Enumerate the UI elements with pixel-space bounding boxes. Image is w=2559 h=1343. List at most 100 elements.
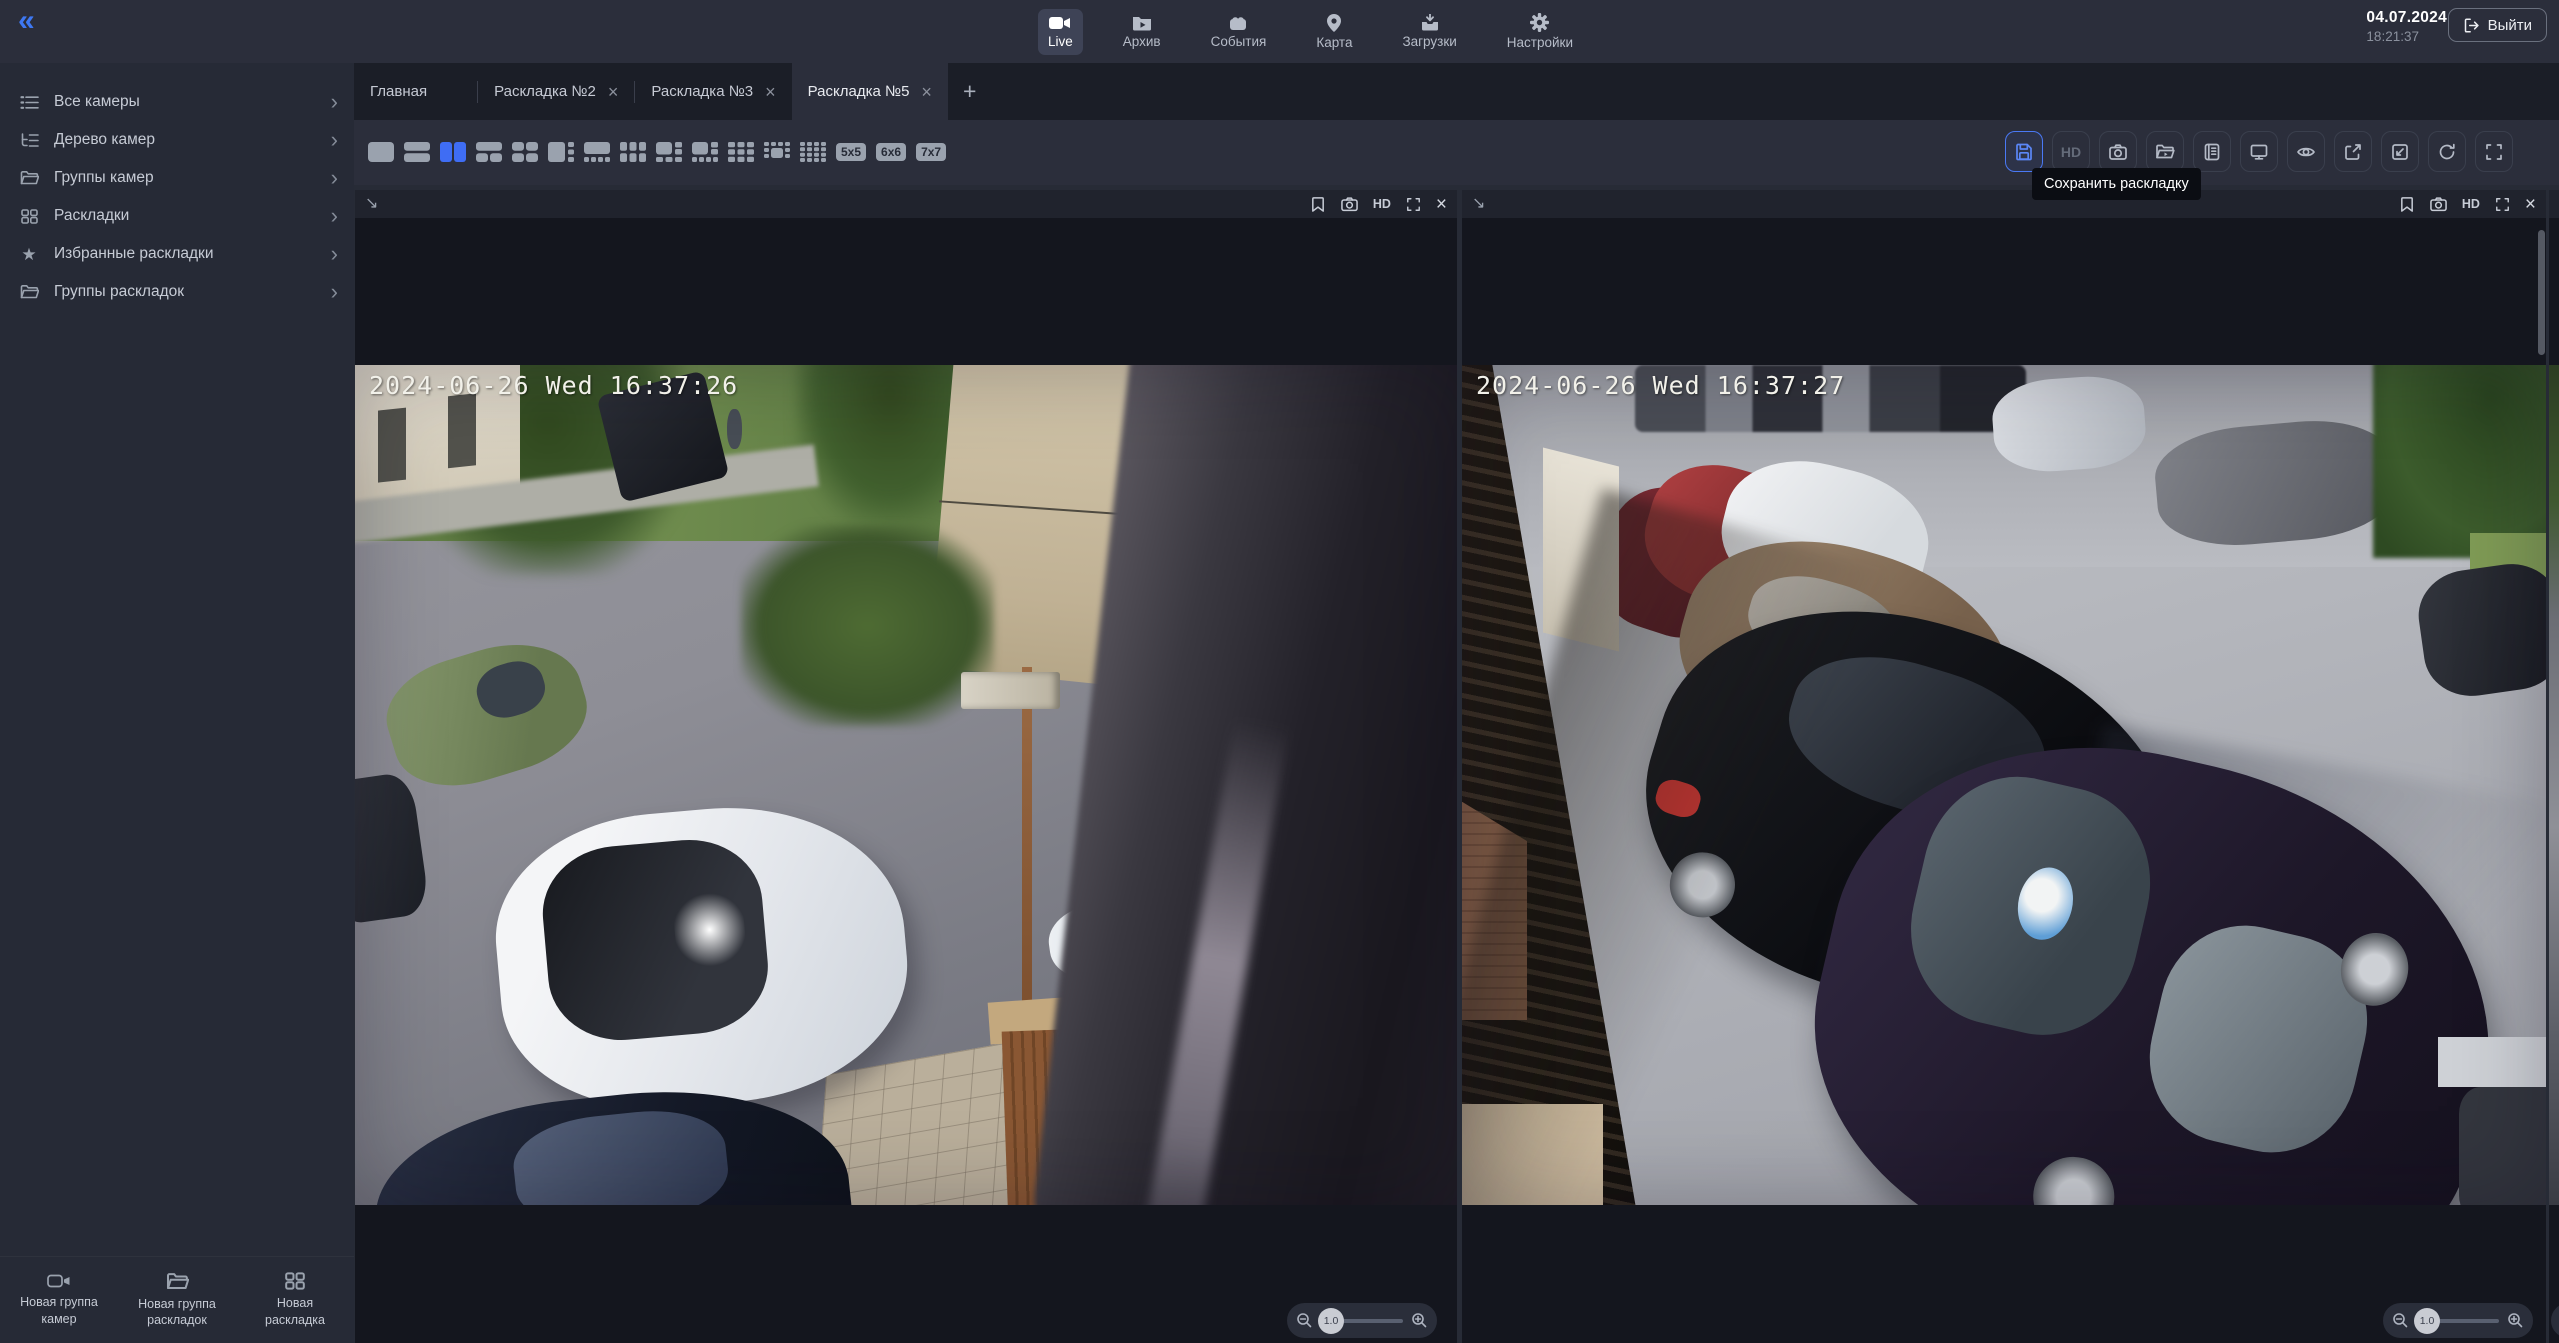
layout-2cols-button[interactable] (440, 142, 466, 162)
layout-6x6-button[interactable]: 6x6 (876, 143, 906, 161)
tab-close-icon[interactable]: × (608, 83, 619, 101)
sidebar-item-camera-tree[interactable]: Дерево камер › (0, 121, 354, 159)
hd-badge[interactable]: HD (1373, 197, 1391, 211)
sidebar-item-layouts[interactable]: Раскладки › (0, 197, 354, 235)
expand-corner-icon[interactable]: ↘ (1472, 196, 1485, 212)
camera-video-2[interactable]: 2024-06-26 Wed 16:37:27 (1462, 365, 2546, 1205)
layout-grid-icon (16, 209, 42, 224)
tile-fullscreen-icon[interactable] (2495, 197, 2510, 212)
tab-main[interactable]: Главная (354, 63, 477, 120)
view-toolbar: 5x5 6x6 7x7 HD (354, 120, 2559, 185)
refresh-icon (2437, 142, 2457, 162)
camera-video-3[interactable] (2549, 365, 2559, 1205)
zoom-slider-handle[interactable]: 1.0 (1318, 1308, 1344, 1334)
nav-downloads[interactable]: Загрузки (1392, 8, 1466, 55)
sidebar-item-layout-groups[interactable]: Группы раскладок › (0, 273, 354, 311)
layout-1center-button[interactable] (764, 142, 790, 162)
tile-close-icon[interactable]: × (1436, 195, 1447, 214)
chevron-right-icon: › (331, 167, 338, 189)
chevron-right-icon: › (331, 91, 338, 113)
sidebar-item-favorite-layouts[interactable]: ★ Избранные раскладки › (0, 235, 354, 273)
scene-shape (2459, 1087, 2546, 1205)
snapshot-icon[interactable] (2430, 196, 2447, 212)
layout-1plus7-button[interactable] (692, 142, 718, 162)
layout-1plus4-button[interactable] (584, 142, 610, 162)
new-layout-button[interactable]: Новаяраскладка (236, 1257, 354, 1343)
bookmark-icon[interactable] (2399, 196, 2415, 213)
layout-5x5-button[interactable]: 5x5 (836, 143, 866, 161)
sidebar-footer: Новая группакамер Новая группараскладок … (0, 1256, 354, 1343)
zoom-slider-handle[interactable]: 1.0 (2414, 1308, 2440, 1334)
star-icon: ★ (16, 246, 42, 263)
gear-icon (1530, 13, 1549, 32)
tab-layout-5[interactable]: Раскладка №5 × (792, 63, 948, 120)
layout-1plus5-button[interactable] (656, 142, 682, 162)
zoom-slider[interactable]: 1.0 (2417, 1319, 2499, 1323)
expand-corner-icon[interactable]: ↘ (365, 196, 378, 212)
layout-3x2-button[interactable] (620, 142, 646, 162)
display-button[interactable] (2240, 131, 2278, 172)
zoom-out-icon[interactable] (2392, 1312, 2409, 1329)
snapshot-button[interactable] (2099, 131, 2137, 172)
nav-events[interactable]: События (1201, 8, 1277, 55)
tab-label: Раскладка №5 (808, 83, 910, 100)
video-timestamp: 2024-06-26 Wed 16:37:26 (369, 371, 738, 400)
sidebar-collapse-button[interactable]: « (18, 4, 35, 38)
zoom-slider[interactable]: 1.0 (1321, 1319, 1403, 1323)
sidebar-item-label: Раскладки (54, 207, 129, 225)
nav-live[interactable]: Live (1038, 9, 1083, 55)
sidebar-item-all-cameras[interactable]: Все камеры › (0, 83, 354, 121)
scene-shape (961, 672, 1060, 710)
date-text: 04.07.2024 (2366, 9, 2447, 27)
tab-layout-2[interactable]: Раскладка №2 × (478, 63, 634, 120)
grid-layout-buttons: 5x5 6x6 7x7 (368, 142, 946, 162)
layout-2rows-button[interactable] (404, 142, 430, 162)
tile-fullscreen-icon[interactable] (1406, 197, 1421, 212)
nav-map[interactable]: Карта (1306, 8, 1362, 56)
layout-1plus2-button[interactable] (476, 142, 502, 162)
tab-label: Раскладка №3 (651, 83, 753, 100)
hd-toggle-button[interactable]: HD (2052, 131, 2090, 172)
tab-close-icon[interactable]: × (921, 83, 932, 101)
refresh-button[interactable] (2428, 131, 2466, 172)
tab-layout-3[interactable]: Раскладка №3 × (635, 63, 791, 120)
layout-1x1-button[interactable] (368, 142, 394, 162)
watch-button[interactable] (2287, 131, 2325, 172)
camera-video-1[interactable]: 2024-06-26 Wed 16:37:26 (355, 365, 1457, 1205)
zoom-in-icon[interactable] (1411, 1312, 1428, 1329)
zoom-in-icon[interactable] (2507, 1312, 2524, 1329)
layout-grid-icon (285, 1272, 305, 1290)
export-button[interactable] (2334, 131, 2372, 172)
bookmark-icon[interactable] (1310, 196, 1326, 213)
tab-close-icon[interactable]: × (765, 83, 776, 101)
camera-tile-header: ↘ HD × (355, 190, 1457, 218)
fullscreen-button[interactable] (2475, 131, 2513, 172)
new-layout-group-button[interactable]: Новая группараскладок (118, 1257, 236, 1343)
new-camera-group-button[interactable]: Новая группакамер (0, 1257, 118, 1343)
add-tab-button[interactable]: + (948, 63, 991, 120)
button-label: Новая группакамер (20, 1294, 98, 1327)
logout-icon (2463, 17, 2480, 34)
layout-2x2-button[interactable] (512, 142, 538, 162)
layout-4x4-button[interactable] (800, 142, 826, 162)
tile-close-icon[interactable]: × (2525, 195, 2536, 214)
nav-archive[interactable]: Архив (1113, 8, 1171, 55)
nav-settings[interactable]: Настройки (1497, 7, 1583, 56)
sidebar-item-camera-groups[interactable]: Группы камер › (0, 159, 354, 197)
nav-label: Настройки (1507, 35, 1573, 50)
archive-folder-button[interactable] (2146, 131, 2184, 172)
share-export-icon (2343, 142, 2363, 162)
hd-badge[interactable]: HD (2462, 197, 2480, 211)
layout-7x7-button[interactable]: 7x7 (916, 143, 946, 161)
chevron-right-icon: › (331, 129, 338, 151)
zoom-out-icon[interactable] (1296, 1312, 1313, 1329)
events-icon (1229, 14, 1247, 31)
snapshot-icon[interactable] (1341, 196, 1358, 212)
resize-button[interactable] (2381, 131, 2419, 172)
logout-button[interactable]: Выйти (2448, 8, 2547, 42)
layout-1plus3-button[interactable] (548, 142, 574, 162)
save-layout-button[interactable] (2005, 131, 2043, 172)
journal-button[interactable] (2193, 131, 2231, 172)
vertical-scrollbar[interactable] (2538, 230, 2545, 355)
layout-3x3-button[interactable] (728, 142, 754, 162)
